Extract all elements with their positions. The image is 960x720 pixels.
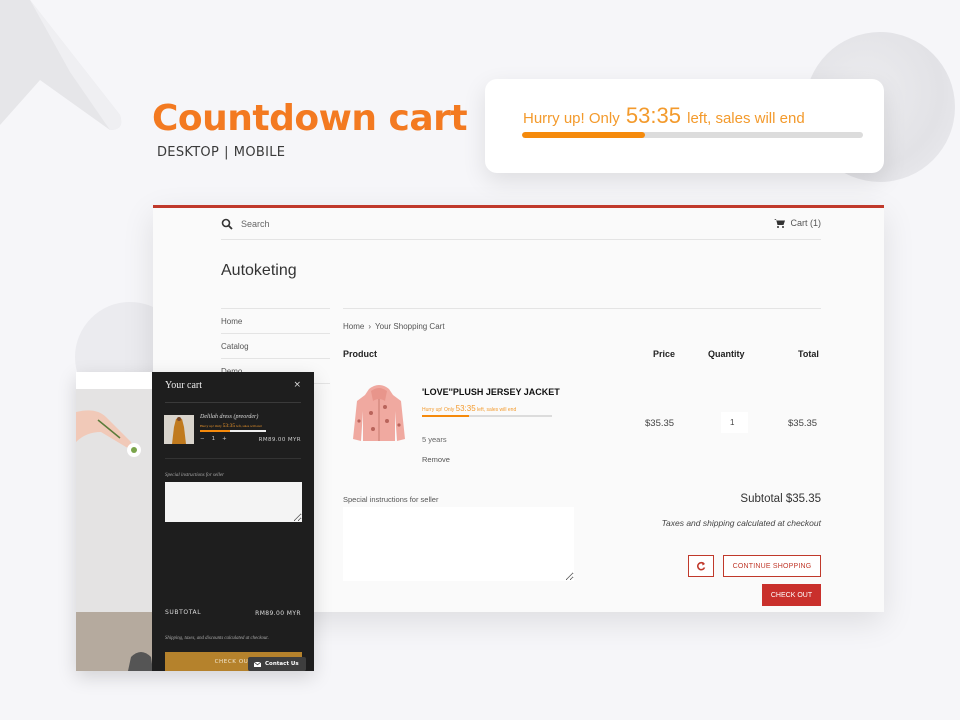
breadcrumb-separator: › <box>368 322 372 331</box>
drawer-item-countdown: Hurry up! Only 53:35 left, sales will en… <box>200 423 266 432</box>
drawer-subtotal-label: SUBTOTAL <box>165 609 202 616</box>
checkout-button[interactable]: CHECK OUT <box>762 584 821 606</box>
column-header-price: Price <box>653 349 676 359</box>
divider <box>165 458 301 459</box>
page-title: Countdown cart <box>152 98 468 139</box>
increase-quantity-button[interactable]: + <box>222 436 227 442</box>
close-icon[interactable]: × <box>293 380 301 390</box>
drawer-subtotal-value: RM89.00 MYR <box>255 610 301 617</box>
mail-icon <box>254 661 261 667</box>
decrease-quantity-button[interactable]: − <box>200 436 205 442</box>
seller-note-label: Special instructions for seller <box>343 495 439 504</box>
drawer-shipping-note: Shipping, taxes, and discounts calculate… <box>165 636 269 641</box>
search-label: Search <box>241 219 270 229</box>
mobile-preview: Your cart × Delilah dress (preorder) Hur… <box>76 372 314 671</box>
drawer-countdown-progress-fill <box>200 430 230 432</box>
contact-us-label: Contact Us <box>265 661 299 667</box>
update-cart-button[interactable] <box>688 555 714 577</box>
cart-subtotal: Subtotal $35.35 <box>740 493 821 505</box>
breadcrumb: Home › Your Shopping Cart <box>343 322 445 331</box>
store-header: Search Cart (1) <box>221 214 821 240</box>
cart-main: Home › Your Shopping Cart Product Price Qu… <box>343 308 821 606</box>
tax-note: Taxes and shipping calculated at checkou… <box>661 518 821 528</box>
item-countdown-message: Hurry up! Only 53:35 left, sales will en… <box>422 404 552 413</box>
seller-note-input[interactable] <box>343 507 574 581</box>
drawer-title: Your cart <box>165 380 203 391</box>
cart-link[interactable]: Cart (1) <box>774 218 821 228</box>
countdown-message: Hurry up! Only 53:35 left, sales will en… <box>523 103 805 129</box>
countdown-progress-fill <box>522 132 645 138</box>
drawer-countdown-message: Hurry up! Only 53:35 left, sales will en… <box>200 423 266 429</box>
platform-labels: DESKTOP | MOBILE <box>157 145 285 160</box>
platform-mobile-label: MOBILE <box>233 145 286 160</box>
product-title[interactable]: 'LOVE''PLUSH JERSEY JACKET <box>422 387 560 397</box>
search-icon <box>221 218 233 230</box>
quantity-stepper[interactable]: − 1 + <box>200 436 227 442</box>
search-button[interactable]: Search <box>221 218 270 230</box>
item-countdown: Hurry up! Only 53:35 left, sales will en… <box>422 404 552 417</box>
item-countdown-progress-bar <box>422 415 552 417</box>
countdown-progress-bar <box>522 132 863 138</box>
countdown-suffix: left, sales will end <box>687 110 805 127</box>
drawer-item-price: RM89.00 MYR <box>258 437 301 443</box>
drawer-countdown-progress-bar <box>200 430 266 432</box>
contact-us-button[interactable]: Contact Us <box>248 657 306 671</box>
breadcrumb-home[interactable]: Home <box>343 322 364 331</box>
column-header-quantity: Quantity <box>708 349 745 359</box>
autoketing-logo-watermark-icon <box>0 0 122 130</box>
item-countdown-timer: 53:35 <box>455 404 476 413</box>
drawer-countdown-timer: 53:35 <box>222 423 236 429</box>
column-header-product: Product <box>343 349 378 359</box>
item-countdown-prefix: Hurry up! Only <box>422 407 455 413</box>
cart-icon <box>774 219 786 228</box>
product-variant: 5 years <box>422 435 447 444</box>
product-image[interactable] <box>351 381 407 445</box>
platform-separator: | <box>224 145 229 160</box>
background-photo <box>76 372 153 671</box>
countdown-timer: 53:35 <box>625 103 681 128</box>
countdown-banner: Hurry up! Only 53:35 left, sales will en… <box>485 79 884 173</box>
quantity-input[interactable] <box>721 412 748 433</box>
item-line-total: $35.35 <box>788 418 818 429</box>
drawer-note-input[interactable] <box>165 482 302 522</box>
refresh-icon <box>696 561 706 571</box>
sidebar-item-catalog[interactable]: Catalog <box>221 334 330 359</box>
drawer-item-title[interactable]: Delilah dress (preorder) <box>200 414 258 420</box>
drawer-note-label: Special instructions for seller <box>165 473 225 478</box>
cart-drawer: Your cart × Delilah dress (preorder) Hur… <box>152 372 314 671</box>
drawer-item-image[interactable] <box>164 415 194 444</box>
drawer-countdown-prefix: Hurry up! Only <box>200 424 222 428</box>
divider <box>165 402 301 403</box>
store-logo[interactable]: Autoketing <box>221 262 297 280</box>
continue-shopping-button[interactable]: CONTINUE SHOPPING <box>723 555 821 577</box>
sidebar-item-home[interactable]: Home <box>221 309 330 334</box>
platform-desktop-label: DESKTOP <box>157 145 220 160</box>
breadcrumb-current: Your Shopping Cart <box>375 322 445 331</box>
quantity-value: 1 <box>211 436 216 442</box>
cart-label: Cart (1) <box>790 218 821 228</box>
item-countdown-progress-fill <box>422 415 469 417</box>
column-header-total: Total <box>798 349 819 359</box>
countdown-prefix: Hurry up! Only <box>523 110 620 127</box>
item-countdown-suffix: left, sales will end <box>477 407 517 413</box>
item-price: $35.35 <box>645 418 675 429</box>
remove-item-link[interactable]: Remove <box>422 455 450 464</box>
drawer-countdown-suffix: left, sales will end <box>236 424 262 428</box>
